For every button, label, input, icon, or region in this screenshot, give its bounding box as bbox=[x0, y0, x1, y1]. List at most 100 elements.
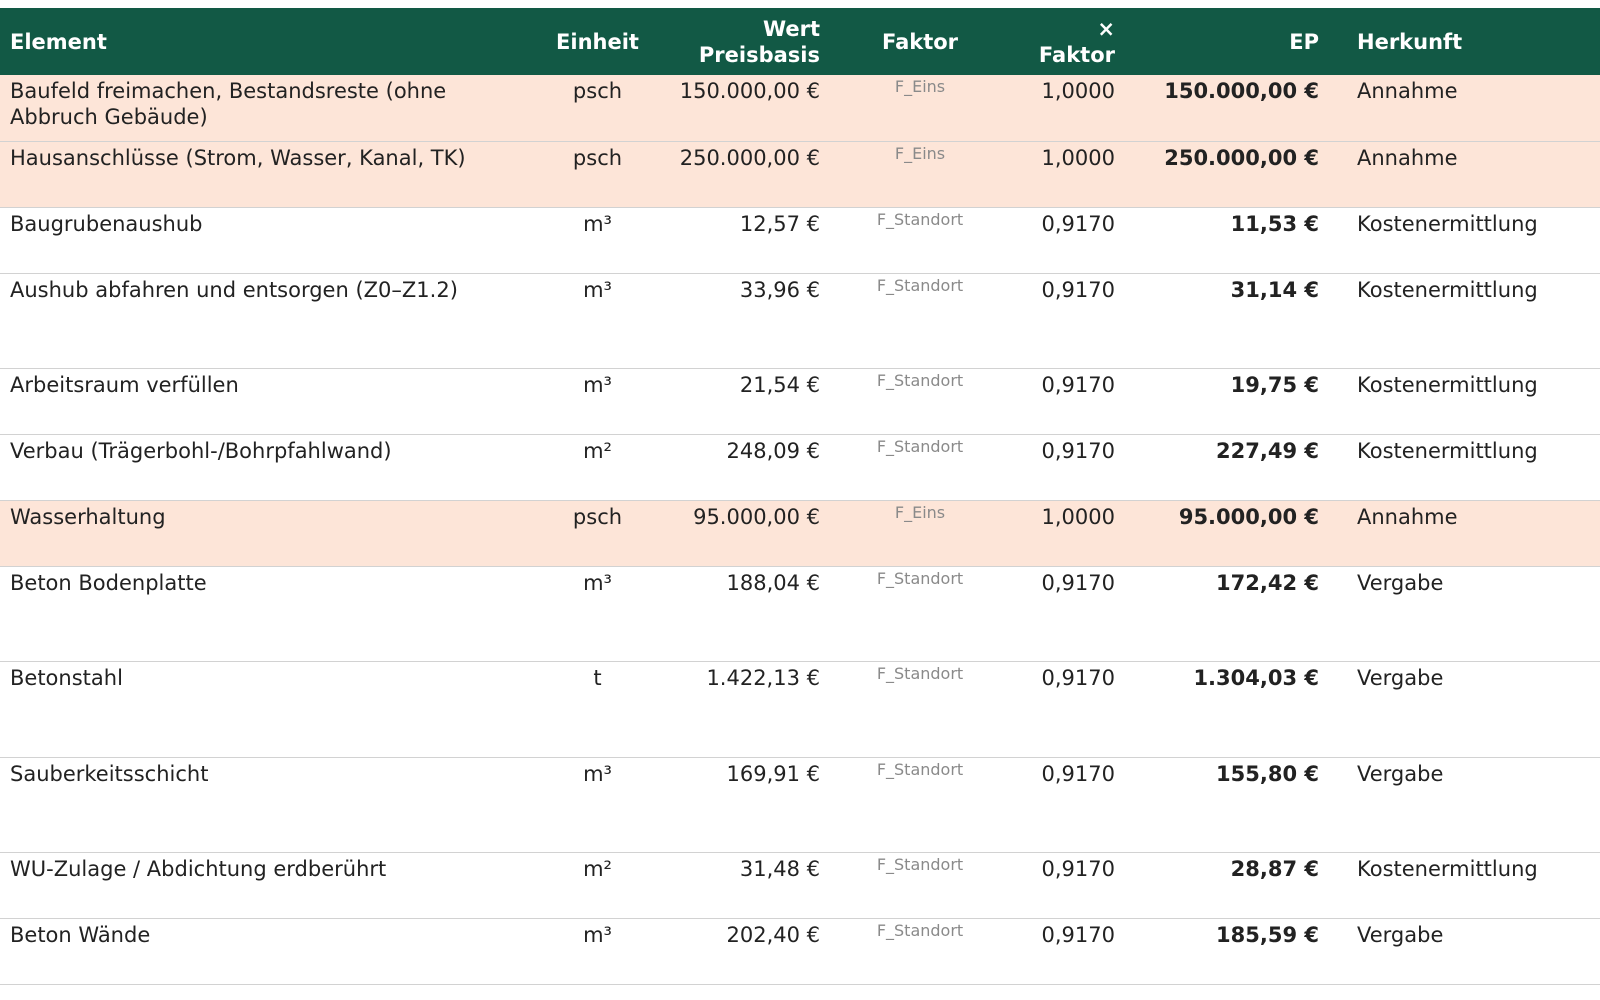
table-row[interactable]: WU-Zulage / Abdichtung erdberührt m² 31,… bbox=[0, 852, 1600, 918]
cell-element: Betonstahl bbox=[10, 665, 123, 690]
cell-wert-preisbasis: 31,48 € bbox=[739, 856, 820, 881]
column-header-herkunft[interactable]: Herkunft bbox=[1335, 8, 1600, 75]
table-header: Element Einheit Wert Preisbasis Faktor ×… bbox=[0, 8, 1600, 75]
cell-wert-preisbasis: 95.000,00 € bbox=[693, 504, 820, 529]
cell-times-faktor: 0,9170 bbox=[1041, 856, 1115, 881]
cell-wert-preisbasis: 188,04 € bbox=[726, 570, 820, 595]
cell-faktor: F_Standort bbox=[876, 275, 964, 295]
cell-times-faktor: 0,9170 bbox=[1041, 570, 1115, 595]
column-header-times-faktor[interactable]: × Faktor bbox=[1010, 8, 1125, 75]
cell-herkunft: Vergabe bbox=[1357, 570, 1444, 595]
cell-ep: 31,14 € bbox=[1230, 277, 1319, 302]
cell-element: WU-Zulage / Abdichtung erdberührt bbox=[10, 856, 387, 881]
cell-herkunft: Kostenermittlung bbox=[1357, 211, 1538, 236]
cell-ep: 11,53 € bbox=[1230, 211, 1319, 236]
cell-faktor: F_Standort bbox=[876, 920, 964, 940]
cell-times-faktor: 0,9170 bbox=[1041, 372, 1115, 397]
cell-herkunft: Vergabe bbox=[1357, 761, 1444, 786]
cell-faktor: F_Eins bbox=[894, 77, 946, 96]
cell-ep: 1.304,03 € bbox=[1193, 665, 1319, 690]
cell-wert-preisbasis: 202,40 € bbox=[726, 922, 820, 947]
cell-times-faktor: 0,9170 bbox=[1041, 438, 1115, 463]
cell-times-faktor: 0,9170 bbox=[1041, 277, 1115, 302]
cell-herkunft: Kostenermittlung bbox=[1357, 372, 1538, 397]
cell-herkunft: Vergabe bbox=[1357, 665, 1444, 690]
cell-wert-preisbasis: 33,96 € bbox=[739, 277, 820, 302]
column-header-element[interactable]: Element bbox=[0, 8, 535, 75]
table-row[interactable]: Wasserhaltung psch 95.000,00 € F_Eins 1,… bbox=[0, 500, 1600, 566]
cell-wert-preisbasis: 21,54 € bbox=[739, 372, 820, 397]
table-row[interactable]: Sauberkeitsschicht m³ 169,91 € F_Standor… bbox=[0, 757, 1600, 852]
table-row[interactable]: Arbeitsraum verfüllen m³ 21,54 € F_Stand… bbox=[0, 368, 1600, 434]
cell-einheit: m³ bbox=[583, 211, 612, 236]
cell-times-faktor: 0,9170 bbox=[1041, 761, 1115, 786]
cell-ep: 150.000,00 € bbox=[1164, 79, 1319, 103]
column-header-faktor[interactable]: Faktor bbox=[830, 8, 1010, 75]
cell-times-faktor: 1,0000 bbox=[1041, 79, 1115, 103]
cell-herkunft: Vergabe bbox=[1357, 922, 1444, 947]
cell-ep: 172,42 € bbox=[1216, 570, 1319, 595]
table-row[interactable]: Aushub abfahren und entsorgen (Z0–Z1.2) … bbox=[0, 273, 1600, 368]
cell-wert-preisbasis: 1.422,13 € bbox=[706, 665, 820, 690]
column-header-ep[interactable]: EP bbox=[1125, 8, 1335, 75]
cell-element: Beton Bodenplatte bbox=[10, 570, 207, 595]
cell-einheit: m² bbox=[583, 438, 612, 463]
cell-einheit: m³ bbox=[583, 761, 612, 786]
cell-element: Beton Wände bbox=[10, 922, 151, 947]
cell-herkunft: Kostenermittlung bbox=[1357, 856, 1538, 881]
cell-herkunft: Kostenermittlung bbox=[1357, 438, 1538, 463]
cell-element: Baugrubenaushub bbox=[10, 211, 203, 236]
cell-wert-preisbasis: 248,09 € bbox=[726, 438, 820, 463]
cell-faktor: F_Standort bbox=[876, 436, 964, 456]
table-body: Baufeld freimachen, Bestandsreste (ohne … bbox=[0, 75, 1600, 984]
table-row[interactable]: Verbau (Trägerbohl-/Bohrpfahlwand) m² 24… bbox=[0, 434, 1600, 500]
table-row[interactable]: Baufeld freimachen, Bestandsreste (ohne … bbox=[0, 75, 1600, 141]
cell-faktor: F_Standort bbox=[876, 663, 964, 683]
cost-table-container: Element Einheit Wert Preisbasis Faktor ×… bbox=[0, 8, 1600, 985]
cell-ep: 227,49 € bbox=[1216, 438, 1319, 463]
table-row[interactable]: Beton Bodenplatte m³ 188,04 € F_Standort… bbox=[0, 566, 1600, 661]
cell-herkunft: Annahme bbox=[1357, 504, 1458, 529]
cell-wert-preisbasis: 169,91 € bbox=[726, 761, 820, 786]
cell-ep: 19,75 € bbox=[1230, 372, 1319, 397]
cell-einheit: m² bbox=[583, 856, 612, 881]
cell-wert-preisbasis: 250.000,00 € bbox=[679, 145, 820, 170]
table-row[interactable]: Beton Wände m³ 202,40 € F_Standort 0,917… bbox=[0, 918, 1600, 984]
cell-times-faktor: 1,0000 bbox=[1041, 504, 1115, 529]
cell-element: Hausanschlüsse (Strom, Wasser, Kanal, TK… bbox=[10, 145, 466, 170]
cell-einheit: m³ bbox=[583, 277, 612, 302]
table-row[interactable]: Betonstahl t 1.422,13 € F_Standort 0,917… bbox=[0, 661, 1600, 757]
cell-times-faktor: 0,9170 bbox=[1041, 211, 1115, 236]
cell-faktor: F_Standort bbox=[876, 370, 964, 390]
cell-faktor: F_Eins bbox=[894, 143, 946, 163]
cell-element: Sauberkeitsschicht bbox=[10, 761, 209, 786]
cell-herkunft: Annahme bbox=[1357, 79, 1458, 103]
table-row[interactable]: Hausanschlüsse (Strom, Wasser, Kanal, TK… bbox=[0, 141, 1600, 207]
cell-wert-preisbasis: 12,57 € bbox=[739, 211, 820, 236]
header-row: Element Einheit Wert Preisbasis Faktor ×… bbox=[0, 8, 1600, 75]
cell-einheit: m³ bbox=[583, 372, 612, 397]
cell-ep: 250.000,00 € bbox=[1164, 145, 1319, 170]
table-row[interactable]: Baugrubenaushub m³ 12,57 € F_Standort 0,… bbox=[0, 207, 1600, 273]
cell-ep: 95.000,00 € bbox=[1178, 504, 1319, 529]
cell-element: Aushub abfahren und entsorgen (Z0–Z1.2) bbox=[10, 277, 458, 302]
cell-einheit: m³ bbox=[583, 570, 612, 595]
cell-ep: 28,87 € bbox=[1230, 856, 1319, 881]
cell-einheit: psch bbox=[572, 504, 623, 529]
column-header-wert-preisbasis[interactable]: Wert Preisbasis bbox=[660, 8, 830, 75]
cell-faktor: F_Standort bbox=[876, 759, 964, 779]
cost-table: Element Einheit Wert Preisbasis Faktor ×… bbox=[0, 8, 1600, 985]
cell-times-faktor: 0,9170 bbox=[1041, 665, 1115, 690]
cell-element: Wasserhaltung bbox=[10, 504, 166, 529]
cell-faktor: F_Standort bbox=[876, 854, 964, 874]
cell-faktor: F_Standort bbox=[876, 568, 964, 588]
cell-element: Baufeld freimachen, Bestandsreste (ohne … bbox=[10, 79, 447, 129]
cell-element: Verbau (Trägerbohl-/Bohrpfahlwand) bbox=[10, 438, 392, 463]
cell-wert-preisbasis: 150.000,00 € bbox=[679, 79, 820, 103]
cell-faktor: F_Standort bbox=[876, 209, 964, 229]
cell-einheit: t bbox=[593, 665, 602, 690]
cell-einheit: psch bbox=[572, 145, 623, 170]
cell-element: Arbeitsraum verfüllen bbox=[10, 372, 239, 397]
column-header-einheit[interactable]: Einheit bbox=[535, 8, 660, 75]
cell-ep: 155,80 € bbox=[1216, 761, 1319, 786]
